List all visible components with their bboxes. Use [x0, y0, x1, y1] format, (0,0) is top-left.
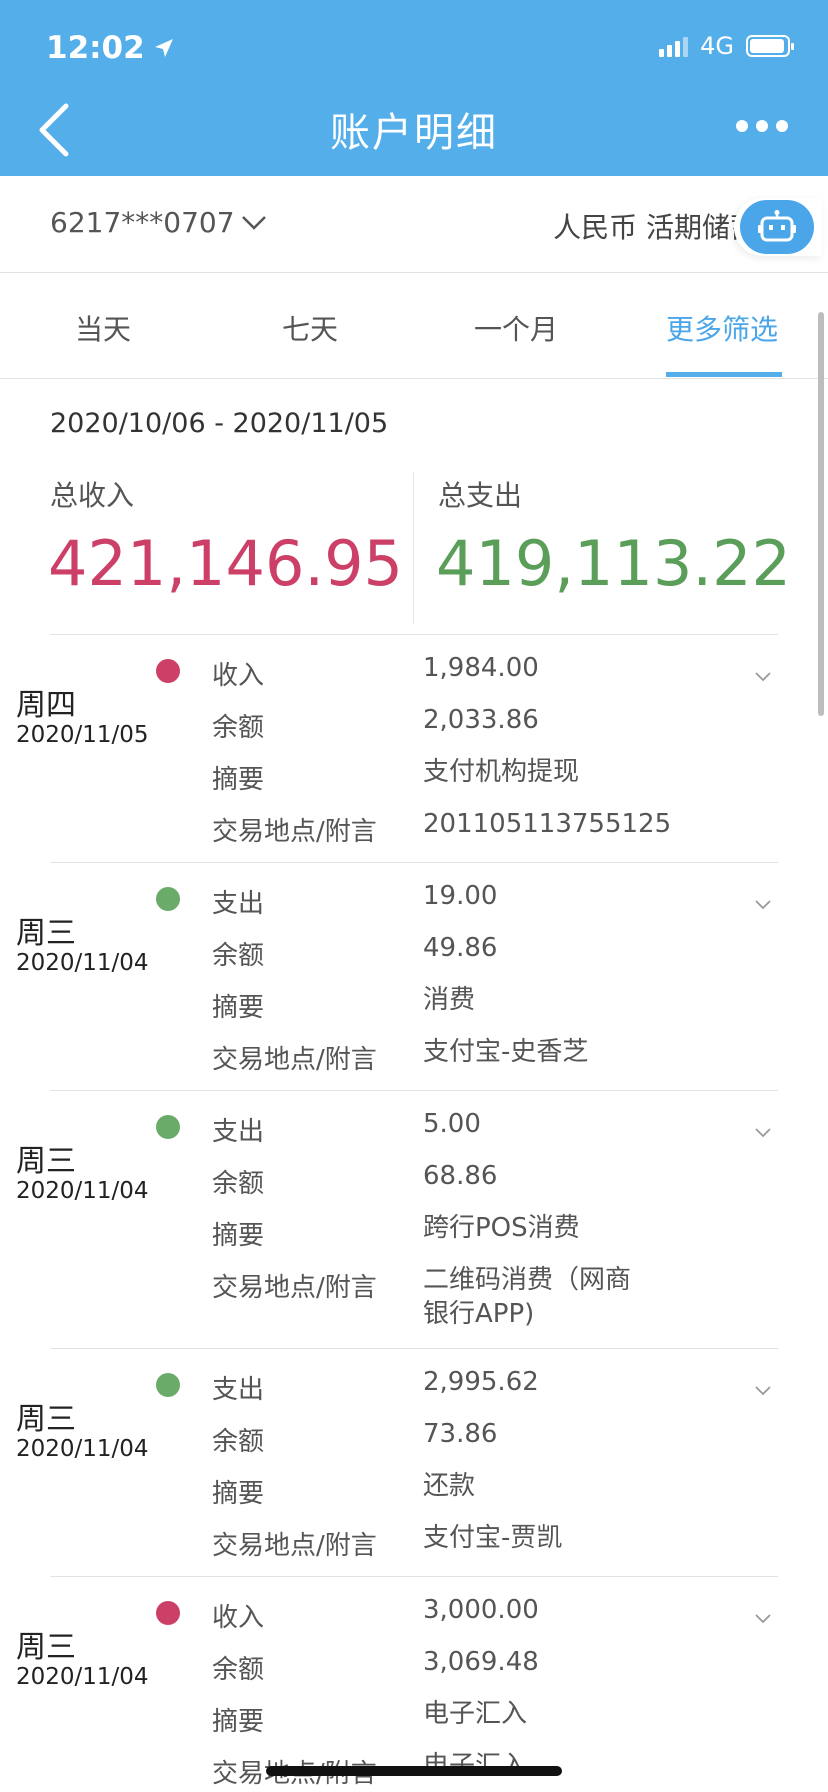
tab-today[interactable]: 当天 [75, 308, 131, 348]
transaction-item[interactable]: 周三 2020/11/04 支出 5.00 余额 68.86 摘要 跨行POS消… [0, 1091, 828, 1349]
income-label: 总收入 [50, 479, 135, 512]
txn-location: 201105113755125 [423, 809, 672, 839]
txn-date: 2020/11/04 [16, 1664, 149, 1690]
txn-weekday: 周三 [16, 1630, 76, 1665]
txn-summary: 电子汇入 [423, 1699, 528, 1729]
txn-balance: 68.86 [423, 1161, 498, 1191]
chevron-down-icon[interactable] [754, 1123, 772, 1141]
transaction-item[interactable]: 周三 2020/11/04 收入 3,000.00 余额 3,069.48 摘要… [0, 1577, 828, 1792]
status-time: 12:02 [46, 30, 175, 66]
transaction-item[interactable]: 周四 2020/11/05 收入 1,984.00 余额 2,033.86 摘要… [0, 635, 828, 863]
balance-label: 余额 [212, 1655, 265, 1685]
txn-balance: 2,033.86 [423, 705, 539, 735]
txn-summary: 消费 [423, 985, 476, 1015]
total-income: 421,146.95 [48, 527, 403, 600]
income-dot-icon [156, 1601, 180, 1625]
txn-balance: 49.86 [423, 933, 498, 963]
txn-date: 2020/11/05 [16, 722, 149, 748]
balance-label: 余额 [212, 1169, 265, 1199]
txn-summary: 还款 [423, 1471, 476, 1501]
chevron-down-icon[interactable] [754, 1609, 772, 1627]
txn-amount: 3,000.00 [423, 1595, 539, 1625]
txn-location: 支付宝-贾凯 [423, 1523, 563, 1553]
expense-dot-icon [156, 1373, 180, 1397]
txn-amount: 2,995.62 [423, 1367, 539, 1397]
txn-amount: 19.00 [423, 881, 498, 911]
location-label: 交易地点/附言 [212, 1045, 377, 1075]
txn-balance: 73.86 [423, 1419, 498, 1449]
more-dot-icon [756, 120, 768, 132]
balance-label: 余额 [212, 941, 265, 971]
status-indicators: 4G [659, 32, 794, 60]
txn-weekday: 周三 [16, 1402, 76, 1437]
date-range: 2020/10/06 - 2020/11/05 [50, 408, 389, 439]
txn-amount: 5.00 [423, 1109, 481, 1139]
signal-icon [659, 35, 689, 57]
period-tabs: 当天 七天 一个月 更多筛选 [0, 272, 828, 379]
txn-location: 二维码消费（网商 [423, 1265, 632, 1295]
txn-summary: 跨行POS消费 [423, 1213, 580, 1243]
chevron-down-icon [241, 215, 266, 230]
tab-one-month[interactable]: 一个月 [474, 308, 558, 348]
battery-icon [746, 35, 794, 57]
location-arrow-icon [154, 39, 173, 57]
transaction-item[interactable]: 周三 2020/11/04 支出 2,995.62 余额 73.86 摘要 还款… [0, 1349, 828, 1577]
app-header: 12:02 4G 账户明细 [0, 0, 828, 176]
txn-weekday: 周三 [16, 1144, 76, 1179]
expense-dot-icon [156, 1115, 180, 1139]
txn-location-line2: 银行APP) [423, 1299, 535, 1329]
more-button[interactable] [736, 120, 788, 132]
summary-label: 摘要 [212, 765, 265, 795]
balance-label: 余额 [212, 1427, 265, 1457]
txn-balance: 3,069.48 [423, 1647, 539, 1677]
expense-dot-icon [156, 887, 180, 911]
txn-location: 支付宝-史香芝 [423, 1037, 589, 1067]
location-label: 交易地点/附言 [212, 1531, 377, 1561]
summary-label: 摘要 [212, 1707, 265, 1737]
txn-type: 支出 [212, 1375, 265, 1405]
txn-type: 支出 [212, 889, 265, 919]
tab-seven-days[interactable]: 七天 [282, 308, 338, 348]
chevron-down-icon[interactable] [754, 667, 772, 685]
txn-type: 支出 [212, 1117, 265, 1147]
txn-weekday: 周四 [16, 688, 76, 723]
account-number: 6217***0707 [50, 206, 235, 239]
txn-amount: 1,984.00 [423, 653, 539, 683]
account-type: 人民币 活期储蓄 [553, 211, 758, 244]
summary-label: 摘要 [212, 1221, 265, 1251]
more-dot-icon [776, 120, 788, 132]
transaction-item[interactable]: 周三 2020/11/04 支出 19.00 余额 49.86 摘要 消费 交易… [0, 863, 828, 1091]
location-label: 交易地点/附言 [212, 1273, 377, 1303]
robot-icon [740, 200, 814, 254]
txn-type: 收入 [212, 1603, 265, 1633]
balance-label: 余额 [212, 713, 265, 743]
txn-weekday: 周三 [16, 916, 76, 951]
summary-divider [413, 472, 414, 624]
account-selector-row: 6217***0707 人民币 活期储蓄 [0, 176, 828, 273]
location-label: 交易地点/附言 [212, 817, 377, 847]
chevron-down-icon[interactable] [754, 895, 772, 913]
account-selector[interactable]: 6217***0707 [50, 206, 267, 239]
total-expense: 419,113.22 [436, 527, 791, 600]
txn-date: 2020/11/04 [16, 950, 149, 976]
assistant-button[interactable] [734, 198, 822, 256]
txn-summary: 支付机构提现 [423, 757, 580, 787]
expense-label: 总支出 [438, 479, 523, 512]
network-label: 4G [700, 32, 734, 60]
tab-more-filters[interactable]: 更多筛选 [666, 308, 778, 348]
active-tab-indicator [666, 372, 782, 377]
income-dot-icon [156, 659, 180, 683]
home-indicator[interactable] [266, 1766, 562, 1776]
txn-date: 2020/11/04 [16, 1436, 149, 1462]
summary-label: 摘要 [212, 1479, 265, 1509]
summary-label: 摘要 [212, 993, 265, 1023]
txn-date: 2020/11/04 [16, 1178, 149, 1204]
txn-type: 收入 [212, 661, 265, 691]
page-title: 账户明细 [330, 110, 498, 156]
clock-text: 12:02 [46, 30, 145, 66]
chevron-down-icon[interactable] [754, 1381, 772, 1399]
more-dot-icon [736, 120, 748, 132]
